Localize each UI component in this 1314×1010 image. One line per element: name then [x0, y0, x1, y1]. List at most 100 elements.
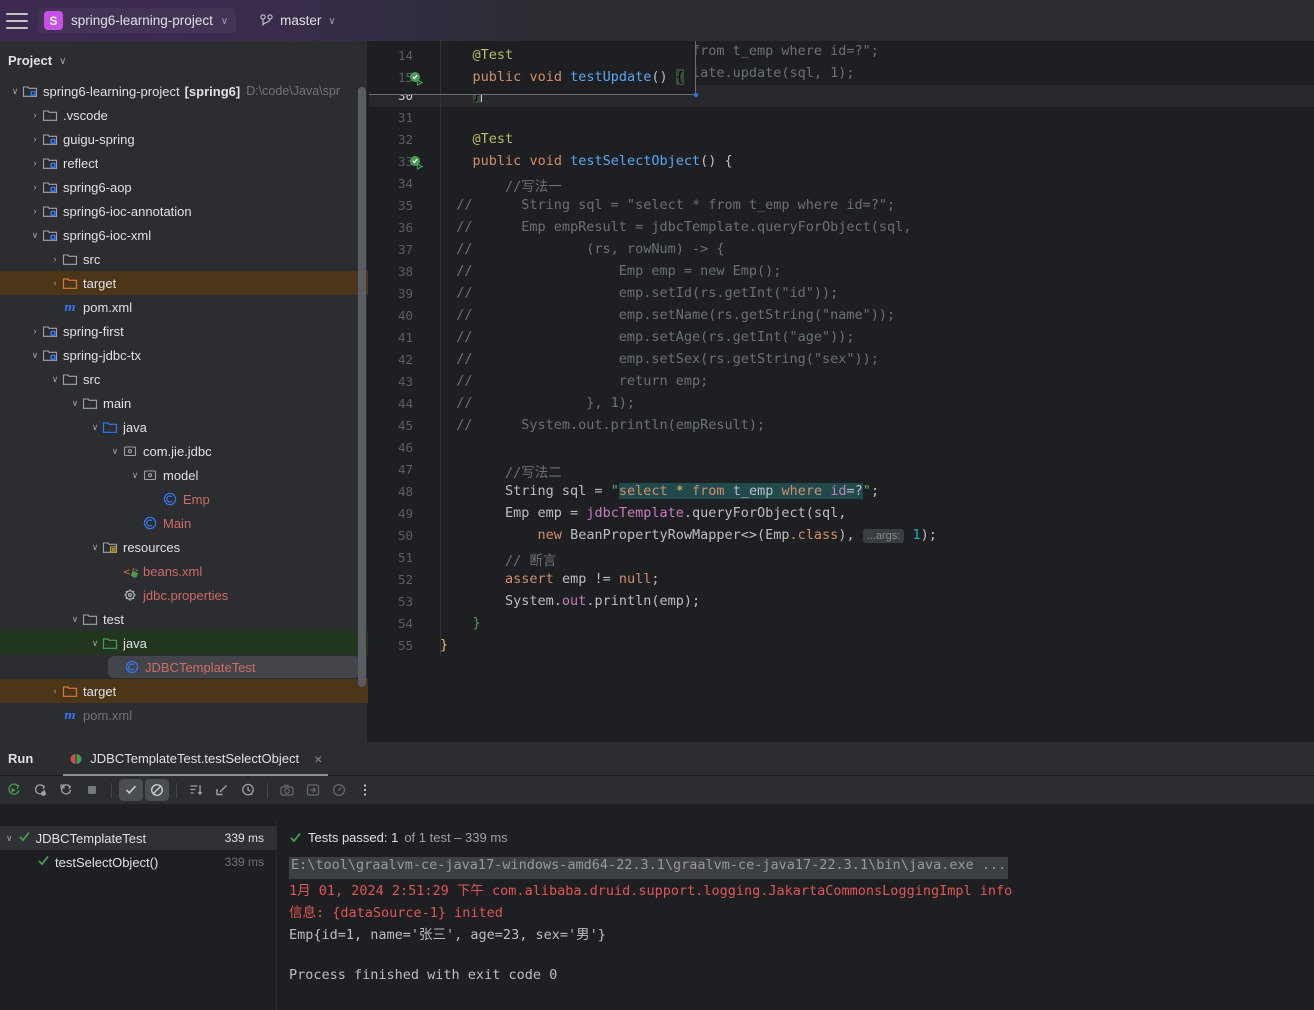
collapse-arrow-icon[interactable]: ∨ [28, 230, 42, 241]
collapse-arrow-icon[interactable]: ∨ [8, 86, 22, 97]
code-line-52[interactable]: 52 assert emp != null; [369, 569, 1314, 591]
project-selector[interactable]: S spring6-learning-project ∨ [38, 8, 237, 33]
code-line-38[interactable]: 38 // Emp emp = new Emp(); [369, 261, 1314, 283]
run-test-icon[interactable] [409, 71, 424, 87]
expand-arrow-icon[interactable]: › [28, 158, 42, 168]
code-line-55[interactable]: 55} [369, 635, 1314, 657]
tree-node-emp[interactable]: Emp [0, 487, 368, 511]
tree-node-src[interactable]: ∨ src [0, 367, 368, 391]
tree-node-spring-first[interactable]: › spring-first [0, 319, 368, 343]
collapse-arrow-icon[interactable]: ∨ [88, 638, 102, 649]
expand-arrow-icon[interactable]: › [28, 110, 42, 120]
project-panel-header[interactable]: Project ∨ [0, 41, 367, 79]
collapse-arrow-icon[interactable]: ∨ [108, 446, 122, 457]
run-toolbar[interactable] [0, 776, 1314, 804]
show-passed-toggle[interactable] [119, 779, 143, 801]
sticky-line-15[interactable]: 15 public void testUpdate() { [369, 67, 696, 89]
project-tree[interactable]: ∨ spring6-learning-project [spring6] D:\co… [0, 79, 368, 724]
expand-arrow-icon[interactable]: › [28, 326, 42, 336]
tree-node-model[interactable]: ∨ model [0, 463, 368, 487]
sticky-header-panel[interactable]: 14 @Test 15 public void testUpdate() { [369, 41, 696, 95]
sticky-line-14[interactable]: 14 @Test [369, 45, 696, 67]
code-line-41[interactable]: 41 // emp.setAge(rs.getInt("age")); [369, 327, 1314, 349]
code-line-43[interactable]: 43 // return emp; [369, 371, 1314, 393]
code-editor[interactable]: 28 //String sql = "delete from t_emp whe… [369, 41, 1314, 742]
tree-node-java[interactable]: ∨ java [0, 631, 368, 655]
project-tree-vertical-scrollbar[interactable] [358, 87, 366, 687]
tree-node-test[interactable]: ∨ test [0, 607, 368, 631]
test-result-row[interactable]: ∨ JDBCTemplateTest 339 ms [0, 826, 276, 850]
tree-node-resources[interactable]: ∨ resources [0, 535, 368, 559]
rerun-button[interactable] [2, 779, 26, 801]
collapse-arrow-icon[interactable]: ∨ [128, 470, 142, 481]
more-options-button[interactable] [353, 779, 377, 801]
tree-node-jdbctemplatetest[interactable]: JDBCTemplateTest [0, 655, 368, 679]
open-in-browser-button[interactable] [327, 779, 351, 801]
code-line-54[interactable]: 54 } [369, 613, 1314, 635]
tree-node-spring6-ioc-annotation[interactable]: › spring6-ioc-annotation [0, 199, 368, 223]
expand-arrow-icon[interactable]: › [48, 278, 62, 288]
stop-button[interactable] [80, 779, 104, 801]
export-screenshot-button[interactable] [275, 779, 299, 801]
collapse-arrow-icon[interactable]: ∨ [88, 422, 102, 433]
tree-node-src[interactable]: › src [0, 247, 368, 271]
code-line-51[interactable]: 51 // 断言 [369, 547, 1314, 569]
tree-node-spring6-aop[interactable]: › spring6-aop [0, 175, 368, 199]
tree-node-target[interactable]: › target [0, 679, 368, 703]
tree-node-main[interactable]: ∨ main [0, 391, 368, 415]
collapse-arrow-icon[interactable]: ∨ [68, 614, 82, 625]
expand-arrow-icon[interactable]: › [28, 206, 42, 216]
rerun-failed-button[interactable] [28, 779, 52, 801]
code-line-36[interactable]: 36 // Emp empResult = jdbcTemplate.query… [369, 217, 1314, 239]
git-branch-selector[interactable]: master ∨ [254, 10, 342, 31]
tree-node-java[interactable]: ∨ java [0, 415, 368, 439]
code-line-33[interactable]: 33 public void testSelectObject() { [369, 151, 1314, 173]
hamburger-icon[interactable] [6, 12, 28, 29]
tree-node-jdbc-properties[interactable]: jdbc.properties [0, 583, 368, 607]
code-line-48[interactable]: 48 String sql = "select * from t_emp whe… [369, 481, 1314, 503]
code-line-39[interactable]: 39 // emp.setId(rs.getInt("id")); [369, 283, 1314, 305]
run-test-icon[interactable] [409, 155, 424, 171]
code-line-49[interactable]: 49 Emp emp = jdbcTemplate.queryForObject… [369, 503, 1314, 525]
collapse-arrow-icon[interactable]: ∨ [88, 542, 102, 553]
tree-node-com-jie-jdbc[interactable]: ∨ com.jie.jdbc [0, 439, 368, 463]
tree-node-target[interactable]: › target [0, 271, 368, 295]
tree-node-main[interactable]: Main [0, 511, 368, 535]
run-tab[interactable]: JDBCTemplateTest.testSelectObject × [63, 742, 329, 776]
expand-arrow-icon[interactable]: › [48, 254, 62, 264]
tree-node-pom-xml[interactable]: m pom.xml [0, 703, 368, 724]
test-results-tree[interactable]: ∨ JDBCTemplateTest 339 ms testSelectObject(… [0, 820, 277, 1010]
code-line-42[interactable]: 42 // emp.setSex(rs.getString("sex")); [369, 349, 1314, 371]
code-line-35[interactable]: 35 // String sql = "select * from t_emp … [369, 195, 1314, 217]
code-line-34[interactable]: 34 //写法一 [369, 173, 1314, 195]
hide-ignored-toggle[interactable] [145, 779, 169, 801]
expand-arrow-icon[interactable]: › [28, 182, 42, 192]
expand-arrow-icon[interactable]: › [28, 134, 42, 144]
collapse-arrow-icon[interactable]: ∨ [28, 350, 42, 361]
code-line-53[interactable]: 53 System.out.println(emp); [369, 591, 1314, 613]
tree-node-guigu-spring[interactable]: › guigu-spring [0, 127, 368, 151]
code-line-50[interactable]: 50 new BeanPropertyRowMapper<>(Emp.class… [369, 525, 1314, 547]
tree-node-beans-xml[interactable]: </> beans.xml [0, 559, 368, 583]
close-icon[interactable]: × [314, 751, 322, 767]
test-result-row[interactable]: testSelectObject() 339 ms [0, 850, 276, 874]
code-line-40[interactable]: 40 // emp.setName(rs.getString("name")); [369, 305, 1314, 327]
code-line-45[interactable]: 45 // System.out.println(empResult); [369, 415, 1314, 437]
collapse-arrow-icon[interactable]: ∨ [68, 398, 82, 409]
code-line-32[interactable]: 32 @Test [369, 129, 1314, 151]
toggle-auto-test-button[interactable] [54, 779, 78, 801]
tree-node--vscode[interactable]: › .vscode [0, 103, 368, 127]
expand-arrow-icon[interactable]: › [48, 686, 62, 696]
collapse-arrow-icon[interactable]: ∨ [6, 833, 13, 844]
tree-node-reflect[interactable]: › reflect [0, 151, 368, 175]
code-line-31[interactable]: 31 [369, 107, 1314, 129]
import-tests-button[interactable] [301, 779, 325, 801]
code-line-47[interactable]: 47 //写法二 [369, 459, 1314, 481]
tree-node-spring-jdbc-tx[interactable]: ∨ spring-jdbc-tx [0, 343, 368, 367]
collapse-arrow-icon[interactable]: ∨ [48, 374, 62, 385]
code-line-37[interactable]: 37 // (rs, rowNum) -> { [369, 239, 1314, 261]
code-line-46[interactable]: 46 [369, 437, 1314, 459]
tree-node-spring6-ioc-xml[interactable]: ∨ spring6-ioc-xml [0, 223, 368, 247]
test-history-button[interactable] [236, 779, 260, 801]
tree-node-pom-xml[interactable]: m pom.xml [0, 295, 368, 319]
